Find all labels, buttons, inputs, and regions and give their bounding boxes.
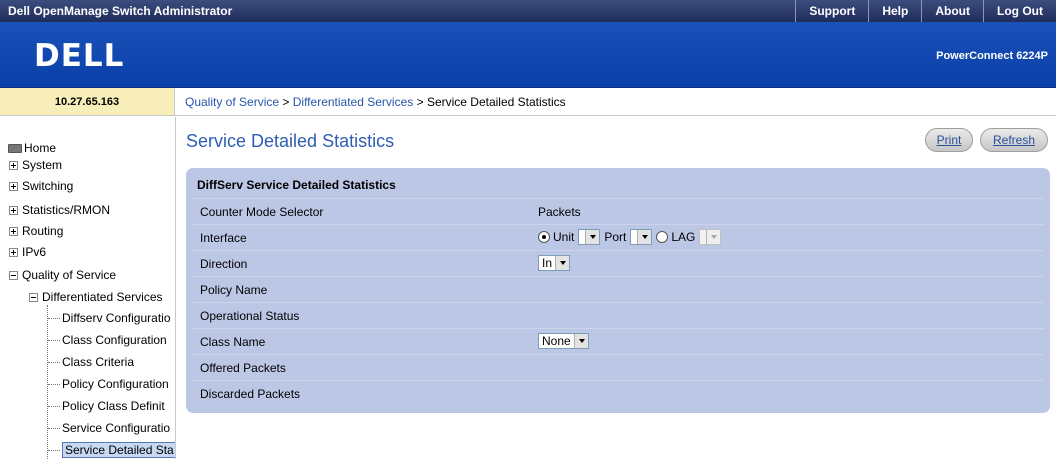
sidebar-item-label: Service Detailed Sta — [62, 442, 175, 458]
top-bar: Dell OpenManage Switch Administrator Sup… — [0, 0, 1056, 22]
top-nav: Support Help About Log Out — [795, 0, 1056, 22]
sidebar-item-system[interactable]: System — [9, 158, 62, 172]
sidebar-item-label: Switching — [22, 179, 74, 193]
breadcrumb-qos[interactable]: Quality of Service — [185, 95, 279, 109]
discarded-packets-row: Discarded Packets — [192, 380, 1044, 406]
sidebar-item-diffserv[interactable]: Differentiated Services — [29, 290, 163, 304]
panel-heading: DiffServ Service Detailed Statistics — [197, 178, 396, 192]
unit-select[interactable] — [578, 229, 601, 245]
sidebar-item-label: Differentiated Services — [42, 290, 163, 304]
offered-packets-row: Offered Packets — [192, 354, 1044, 380]
sidebar-item-ipv6[interactable]: IPv6 — [9, 245, 46, 259]
sidebar-item-label: IPv6 — [22, 245, 47, 259]
expand-icon[interactable] — [9, 181, 18, 191]
breadcrumb-current: Service Detailed Statistics — [426, 95, 566, 109]
breadcrumb-separator: > — [279, 95, 293, 109]
interface-controls: Unit Port LAG — [538, 229, 722, 245]
sidebar-item-service-config[interactable]: Service Configuratio — [48, 419, 170, 437]
sidebar-item-class-config[interactable]: Class Configuration — [48, 331, 167, 349]
sidebar-item-class-criteria[interactable]: Class Criteria — [48, 353, 134, 371]
expand-icon[interactable] — [9, 205, 18, 215]
sidebar-item-home[interactable]: Home — [8, 141, 56, 155]
port-label: Port — [604, 230, 627, 244]
sidebar-item-label: Home — [24, 141, 57, 155]
sidebar-item-label: Diffserv Configuratio — [62, 311, 171, 325]
class-name-select-value: None — [542, 334, 571, 348]
breadcrumb: Quality of Service > Differentiated Serv… — [175, 88, 1056, 116]
class-name-select[interactable]: None — [538, 333, 589, 349]
direction-row: Direction In — [192, 250, 1044, 276]
breadcrumb-diffserv[interactable]: Differentiated Services — [293, 95, 414, 109]
app-title: Dell OpenManage Switch Administrator — [8, 4, 233, 18]
lag-select[interactable] — [699, 229, 722, 245]
sidebar-item-label: Routing — [22, 224, 64, 238]
expand-icon[interactable] — [9, 226, 18, 236]
sidebar-item-qos[interactable]: Quality of Service — [9, 268, 116, 282]
help-link[interactable]: Help — [868, 0, 921, 22]
operational-status-row: Operational Status — [192, 302, 1044, 328]
sidebar-item-policy-class[interactable]: Policy Class Definit — [48, 397, 165, 415]
unit-label: Unit — [553, 230, 575, 244]
policy-name-row: Policy Name — [192, 276, 1044, 302]
direction-select[interactable]: In — [538, 255, 571, 271]
print-button[interactable]: Print — [925, 128, 973, 152]
discarded-packets-label: Discarded Packets — [200, 387, 301, 401]
ip-address: 10.27.65.163 — [0, 88, 175, 116]
direction-select-value: In — [542, 256, 553, 270]
statistics-panel: DiffServ Service Detailed Statistics Cou… — [186, 168, 1050, 413]
support-link[interactable]: Support — [795, 0, 868, 22]
direction-label: Direction — [200, 257, 248, 271]
breadcrumb-separator: > — [413, 95, 427, 109]
sidebar-item-label: Class Configuration — [62, 333, 167, 347]
sidebar-item-label: Service Configuratio — [62, 421, 171, 435]
sidebar-item-label: Policy Configuration — [62, 377, 169, 391]
device-model: PowerConnect 6224P — [936, 50, 1048, 62]
sidebar-item-policy-config[interactable]: Policy Configuration — [48, 375, 169, 393]
expand-icon[interactable] — [9, 160, 18, 170]
sidebar-item-label: Policy Class Definit — [62, 399, 165, 413]
counter-mode-value: Packets — [538, 205, 581, 219]
interface-row: Interface Unit Port LAG — [192, 224, 1044, 250]
sidebar-item-label: Statistics/RMON — [22, 203, 111, 217]
class-name-label: Class Name — [200, 335, 266, 349]
chevron-down-icon — [706, 230, 721, 244]
sidebar-item-routing[interactable]: Routing — [9, 224, 63, 238]
direction-control: In — [538, 255, 571, 271]
home-icon — [8, 143, 22, 153]
sidebar-item-service-stats[interactable]: Service Detailed Sta — [48, 441, 175, 459]
class-name-control: None — [538, 333, 589, 349]
port-select[interactable] — [630, 229, 653, 245]
sidebar-item-label: Class Criteria — [62, 355, 135, 369]
lag-radio[interactable] — [656, 231, 669, 243]
sidebar-tree: Home System Switching Statistics/RMON Ro… — [0, 117, 176, 459]
page-title: Service Detailed Statistics — [186, 131, 395, 151]
offered-packets-label: Offered Packets — [200, 361, 286, 375]
sidebar-item-switching[interactable]: Switching — [9, 179, 73, 193]
chevron-down-icon — [637, 230, 652, 244]
sidebar-item-label: Quality of Service — [22, 268, 117, 282]
interface-label: Interface — [200, 231, 247, 245]
about-link[interactable]: About — [921, 0, 983, 22]
logout-link[interactable]: Log Out — [983, 0, 1056, 22]
banner: DELL PowerConnect 6224P — [0, 22, 1056, 88]
expand-icon[interactable] — [9, 247, 18, 257]
collapse-icon[interactable] — [9, 270, 18, 280]
sidebar-item-label: System — [22, 158, 63, 172]
policy-name-label: Policy Name — [200, 283, 268, 297]
collapse-icon[interactable] — [29, 292, 38, 302]
counter-mode-row: Counter Mode Selector Packets — [192, 198, 1044, 224]
counter-mode-label: Counter Mode Selector — [200, 205, 324, 219]
dell-logo: DELL — [34, 38, 125, 74]
unit-radio[interactable] — [538, 231, 550, 243]
refresh-button[interactable]: Refresh — [980, 128, 1048, 152]
sidebar-item-diffserv-config[interactable]: Diffserv Configuratio — [48, 309, 171, 327]
chevron-down-icon — [573, 334, 588, 348]
chevron-down-icon — [585, 230, 600, 244]
lag-label: LAG — [671, 230, 696, 244]
chevron-down-icon — [555, 256, 570, 270]
sidebar-item-statistics[interactable]: Statistics/RMON — [9, 203, 110, 217]
operational-status-label: Operational Status — [200, 309, 300, 323]
class-name-row: Class Name None — [192, 328, 1044, 354]
